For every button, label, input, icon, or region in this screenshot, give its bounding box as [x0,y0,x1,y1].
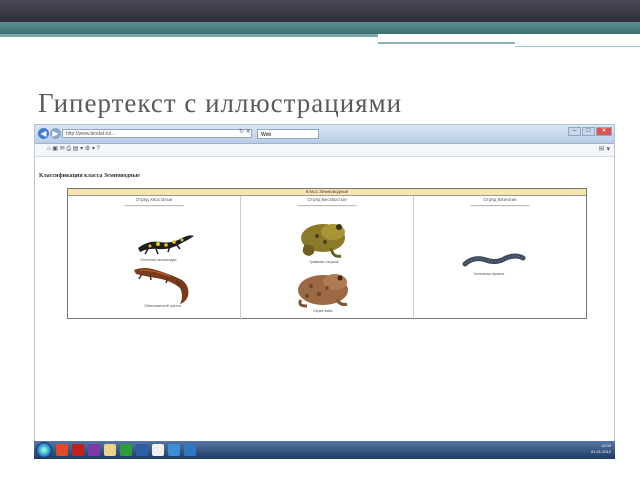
slide-accent-band [0,22,640,34]
column-legless: Отряд Безногие ━━━━━━━━━━━━━━━━━━━━━━━━━… [414,196,586,320]
media-icon[interactable] [88,444,100,456]
browser-tab[interactable]: Web [257,129,319,139]
close-icon[interactable]: ✕ [596,127,612,136]
document-icon[interactable] [152,444,164,456]
column-tailed: Отряд Хвостатые ━━━━━━━━━━━━━━━━━━━━━━━━… [68,196,241,320]
page-heading: Классификация класса Земноводные [39,173,140,179]
forward-icon[interactable]: ▶ [50,128,61,139]
taskbar: 12:00 01.01.2012 [34,441,615,459]
caption-frog: Травяная лягушка [309,260,339,264]
caecilian-image[interactable] [462,250,526,274]
caption-newt: Обыкновенный тритон [144,304,181,308]
classification-table: Класс Земноводные Отряд Хвостатые ━━━━━━… [67,188,587,320]
toad-image[interactable] [293,268,353,308]
window-controls: – □ ✕ [568,127,612,136]
frog-image[interactable] [295,216,353,260]
minimize-icon[interactable]: – [568,127,581,136]
word-icon[interactable] [136,444,148,456]
newt-image[interactable] [130,262,198,306]
maximize-icon[interactable]: □ [582,127,595,136]
yandex-icon[interactable] [72,444,84,456]
column-description: ━━━━━━━━━━━━━━━━━━━━━━━━━━━━ [297,204,357,208]
system-tray[interactable]: 12:00 01.01.2012 [591,443,611,455]
photo-icon[interactable] [168,444,180,456]
slide-header-band [0,0,640,22]
browser-titlebar: ◀ ▶ http://www.biodat.ru/... ↻ ✕ Web – □… [35,125,614,144]
slide-title: Гипертекст с иллюстрациями [38,88,403,118]
start-button-icon[interactable] [36,442,52,458]
column-description: ━━━━━━━━━━━━━━━━━━━━━━━━━━━━ [124,204,184,208]
address-bar[interactable]: http://www.biodat.ru/... [62,129,252,138]
refresh-icon[interactable]: ↻ ✕ [239,128,251,135]
column-description: ━━━━━━━━━━━━━━━━━━━━━━━━━━━━ [470,204,530,208]
salamander-image[interactable] [134,230,196,256]
tray-date: 01.01.2012 [590,449,611,454]
column-title[interactable]: Отряд Бесхвостые [241,197,413,202]
caption-caecilian: Кольчатая червяга [474,272,505,276]
browser-toolbar: ⌂ ▣ ✉ ⎙ ▤ ▾ ⚙ ▾ ? ✉ ▾ [35,144,614,157]
table-header: Класс Земноводные [68,189,586,196]
opera-icon[interactable] [56,444,68,456]
browser-window: ◀ ▶ http://www.biodat.ru/... ↻ ✕ Web – □… [34,124,615,459]
column-title[interactable]: Отряд Хвостатые [68,197,240,202]
column-tailless: Отряд Бесхвостые ━━━━━━━━━━━━━━━━━━━━━━━… [241,196,414,320]
back-icon[interactable]: ◀ [38,128,49,139]
column-title[interactable]: Отряд Безногие [414,197,586,202]
slide-accent-step-lower [515,40,640,47]
toolbar-icons[interactable]: ⌂ ▣ ✉ ⎙ ▤ ▾ ⚙ ▾ ? [47,145,100,153]
caption-toad: Серая жаба [313,309,333,313]
toolbar-right-icons[interactable]: ✉ ▾ [599,145,610,153]
ie-icon[interactable] [184,444,196,456]
green-app-icon[interactable] [120,444,132,456]
folder-icon[interactable] [104,444,116,456]
